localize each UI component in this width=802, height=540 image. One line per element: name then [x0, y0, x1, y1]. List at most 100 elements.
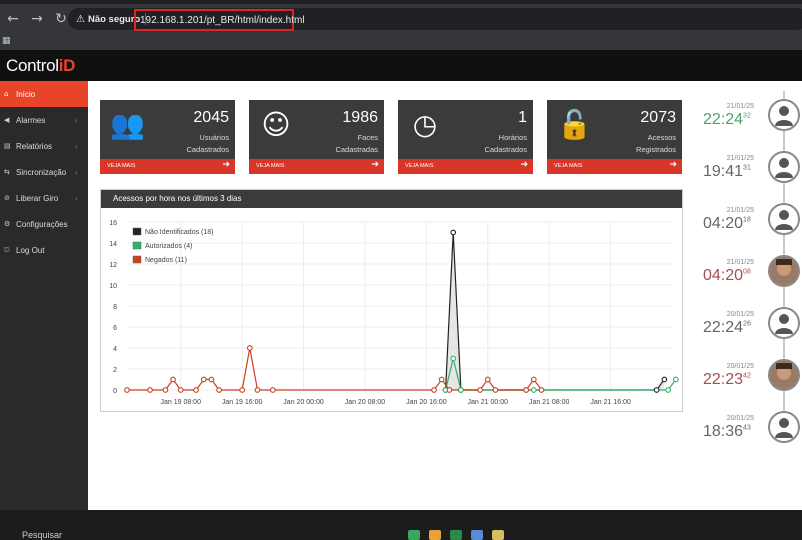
y-tick-label: 10 — [109, 283, 117, 290]
sidebar-item-alarmes[interactable]: ◀ Alarmes ‹ — [0, 107, 88, 133]
recent-access-entry[interactable]: 21/01/25 19:4131 — [697, 145, 802, 195]
url-highlight[interactable]: 192.168.1.201/pt_BR/html/index.html — [134, 9, 305, 31]
user-photo[interactable] — [768, 359, 800, 391]
recent-access-entry[interactable]: 20/01/25 22:2342 — [697, 353, 802, 403]
sidebar-item-logout[interactable]: ⎋ Log Out — [0, 237, 88, 263]
sidebar-item-inicio[interactable]: ⌂ Início — [0, 81, 88, 107]
app-icon[interactable] — [471, 530, 483, 540]
stat-card-faces: ☺ 1986 Faces Cadastradas VEJA MAIS ➔ — [249, 100, 384, 174]
access-time: 04:2018 — [703, 215, 751, 232]
access-date: 20/01/25 — [726, 415, 754, 422]
data-point — [458, 387, 464, 393]
data-point — [208, 376, 215, 383]
data-point — [254, 387, 261, 393]
url-text[interactable]: 192.168.1.201/pt_BR/html/index.html — [140, 15, 305, 26]
access-seconds: 18 — [743, 216, 751, 224]
smiley-icon: ☺ — [261, 108, 291, 141]
legend-swatch — [132, 227, 142, 236]
data-point — [446, 387, 453, 393]
data-point — [124, 387, 130, 393]
sidebar-item-label: Relatórios — [16, 141, 53, 151]
back-arrow-icon[interactable]: ← — [2, 8, 24, 30]
y-tick-label: 16 — [109, 220, 117, 227]
os-taskbar: Pesquisar — [0, 510, 802, 540]
chrome-icon[interactable] — [429, 530, 441, 540]
sync-icon: ⇆ — [4, 168, 10, 176]
x-tick-label: Jan 20 16:00 — [406, 399, 447, 406]
sidebar-item-configuracoes[interactable]: ⚙ Configurações — [0, 211, 88, 237]
excel-icon[interactable] — [450, 530, 462, 540]
user-avatar-icon[interactable] — [768, 151, 800, 183]
veja-mais-button[interactable]: VEJA MAIS ➔ — [100, 159, 235, 174]
arrow-circle-right-icon: ➔ — [520, 160, 528, 170]
stat-label: Horários — [498, 133, 527, 142]
stat-card-usuarios: 👥 2045 Usuários Cadastrados VEJA MAIS ➔ — [100, 100, 235, 174]
stat-label: Cadastradas — [335, 145, 378, 154]
forward-arrow-icon[interactable]: → — [26, 8, 48, 30]
stat-label: Acessos — [647, 133, 676, 142]
access-date: 20/01/25 — [726, 363, 754, 370]
access-date: 21/01/25 — [726, 207, 754, 214]
recent-access-entry[interactable]: 21/01/25 04:2008 — [697, 249, 802, 299]
y-tick-label: 6 — [113, 325, 117, 332]
user-avatar-icon[interactable] — [768, 411, 800, 443]
chart-panel: Acessos por hora nos últimos 3 dias 0 2 4 6… — [100, 189, 683, 412]
clock-icon: ◷ — [412, 108, 438, 141]
folder-icon[interactable] — [492, 530, 504, 540]
x-tick-label: Jan 20 00:00 — [283, 399, 324, 406]
users-icon: 👥 — [110, 108, 145, 141]
access-time: 22:2432 — [703, 111, 751, 128]
access-time: 19:4131 — [703, 163, 751, 180]
stat-label: Usuários — [199, 133, 229, 142]
y-tick-label: 12 — [109, 262, 117, 269]
series-line — [445, 358, 677, 391]
apps-grid-icon[interactable]: ▦ — [2, 36, 12, 46]
data-point — [450, 355, 457, 362]
user-avatar-icon[interactable] — [768, 99, 800, 131]
sidebar-item-liberar-giro[interactable]: ⊘ Liberar Giro ‹ — [0, 185, 88, 211]
access-date: 21/01/25 — [726, 259, 754, 266]
home-icon: ⌂ — [4, 90, 9, 98]
veja-mais-button[interactable]: VEJA MAIS ➔ — [547, 159, 682, 174]
recent-access-entry[interactable]: 20/01/25 18:3643 — [697, 405, 802, 455]
chevron-left-icon: ‹ — [74, 141, 78, 151]
chevron-left-icon: ‹ — [74, 167, 78, 177]
series-area — [445, 232, 665, 390]
veja-mais-button[interactable]: VEJA MAIS ➔ — [398, 159, 533, 174]
taskbar-search[interactable]: Pesquisar — [22, 530, 62, 540]
megaphone-icon: ◀ — [4, 116, 10, 124]
stat-label: Registrados — [635, 145, 676, 154]
recent-access-entry[interactable]: 21/01/25 04:2018 — [697, 197, 802, 247]
veja-mais-button[interactable]: VEJA MAIS ➔ — [249, 159, 384, 174]
user-avatar-icon[interactable] — [768, 307, 800, 339]
access-time: 22:2426 — [703, 319, 751, 336]
veja-mais-label: VEJA MAIS — [554, 163, 583, 169]
data-point — [523, 387, 530, 393]
recent-access-entry[interactable]: 20/01/25 22:2426 — [697, 301, 802, 351]
whatsapp-icon[interactable] — [408, 530, 420, 540]
veja-mais-label: VEJA MAIS — [107, 163, 136, 169]
access-date: 20/01/25 — [726, 311, 754, 318]
access-date: 21/01/25 — [726, 155, 754, 162]
chevron-left-icon: ‹ — [74, 115, 78, 125]
access-time: 18:3643 — [703, 423, 751, 440]
y-tick-label: 14 — [109, 241, 117, 248]
user-avatar-icon[interactable] — [768, 203, 800, 235]
data-point — [665, 387, 672, 393]
recent-access-entry[interactable]: 21/01/25 22:2432 — [697, 93, 802, 143]
access-seconds: 43 — [743, 424, 751, 432]
legend-swatch — [132, 241, 142, 250]
access-seconds: 32 — [743, 112, 751, 120]
sidebar-item-sincronizacao[interactable]: ⇆ Sincronização ‹ — [0, 159, 88, 185]
user-photo[interactable] — [768, 255, 800, 287]
arrow-circle-right-icon: ➔ — [669, 160, 677, 170]
address-bar[interactable]: ⚠ Não seguro 192.168.1.201/pt_BR/html/in… — [68, 8, 802, 31]
sidebar-item-relatorios[interactable]: ▤ Relatórios ‹ — [0, 133, 88, 159]
data-point — [653, 387, 660, 393]
controlid-logo[interactable]: ControliD — [6, 56, 75, 76]
sidebar-item-label: Liberar Giro — [16, 193, 59, 203]
stat-value: 2073 — [640, 109, 676, 126]
series-line — [445, 232, 665, 391]
access-chart: 0 2 4 6 8 10 12 14 16 Jan 19 08:00 Jan 19 16:00 Jan… — [109, 220, 679, 406]
security-label: Não seguro — [87, 13, 141, 25]
